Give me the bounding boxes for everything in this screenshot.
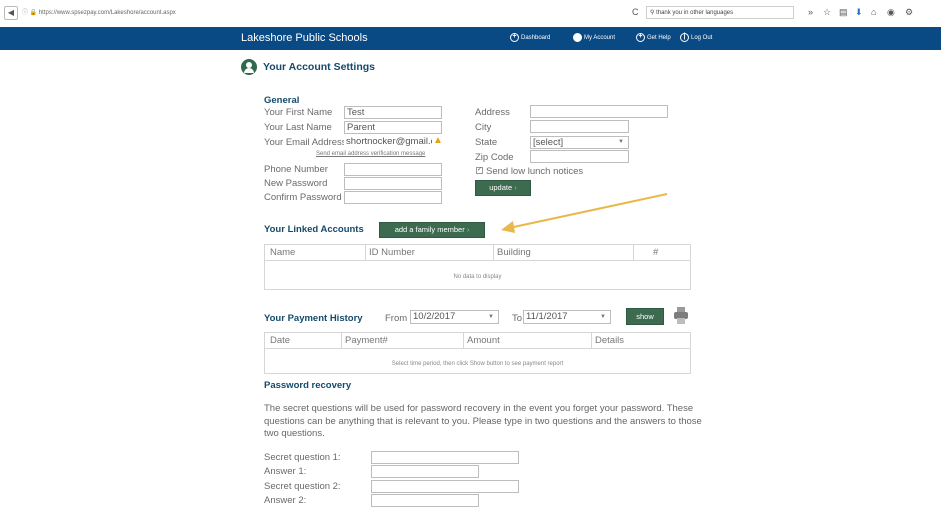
- nav-log-out[interactable]: | Log Out: [680, 33, 712, 43]
- general-heading: General: [264, 95, 300, 106]
- nav-dashboard[interactable]: + Dashboard: [510, 33, 550, 43]
- column-header-number[interactable]: #: [653, 245, 658, 260]
- pocket-icon[interactable]: ◉: [887, 7, 895, 17]
- state-label: State: [475, 137, 498, 148]
- answer-1-input[interactable]: [371, 465, 479, 478]
- search-text: thank you in other languages: [656, 10, 734, 16]
- recovery-description: The secret questions will be used for pa…: [264, 403, 702, 439]
- chevron-down-icon: ▼: [488, 314, 494, 320]
- back-icon[interactable]: ◀: [4, 6, 18, 20]
- column-header-date[interactable]: Date: [270, 333, 290, 348]
- app-header: Lakeshore Public Schools + Dashboard My A…: [0, 27, 941, 50]
- home-icon[interactable]: ⌂: [871, 7, 876, 17]
- last-name-input[interactable]: Parent: [344, 121, 442, 134]
- info-icon: ⓘ: [22, 10, 29, 16]
- address-input[interactable]: [530, 105, 668, 118]
- zip-label: Zip Code: [475, 152, 514, 163]
- secret-question-2-input[interactable]: [371, 480, 519, 493]
- download-icon[interactable]: ⬇: [855, 7, 863, 17]
- new-password-input[interactable]: [344, 177, 442, 190]
- chevron-right-icon[interactable]: »: [808, 7, 813, 17]
- low-lunch-checkbox[interactable]: ✓: [476, 167, 483, 174]
- state-value: [select]: [533, 137, 564, 148]
- password-recovery-heading: Password recovery: [264, 380, 352, 391]
- verify-email-link[interactable]: Send email address verification message: [316, 151, 425, 157]
- browser-search-input[interactable]: ⚲ thank you in other languages: [646, 6, 794, 19]
- refresh-icon[interactable]: C: [632, 7, 639, 17]
- to-label: To: [512, 313, 523, 324]
- help-icon: +: [636, 33, 645, 42]
- secret-question-1-label: Secret question 1:: [264, 452, 341, 463]
- linked-empty-message: No data to display: [453, 274, 502, 280]
- dashboard-icon: +: [510, 33, 519, 42]
- answer-1-label: Answer 1:: [264, 466, 307, 477]
- column-header-amount[interactable]: Amount: [467, 333, 500, 348]
- lock-icon: 🔒: [29, 10, 38, 16]
- low-lunch-label: Send low lunch notices: [486, 166, 584, 177]
- extension-icon[interactable]: ⚙: [905, 7, 913, 17]
- chevron-down-icon: ▼: [618, 139, 624, 145]
- linked-accounts-heading: Your Linked Accounts: [264, 224, 364, 235]
- column-header-details[interactable]: Details: [595, 333, 624, 348]
- zip-input[interactable]: [530, 150, 629, 163]
- column-header-payment[interactable]: Payment#: [345, 333, 388, 348]
- to-date-select[interactable]: 11/1/2017 ▼: [523, 310, 611, 324]
- brand-title[interactable]: Lakeshore Public Schools: [241, 32, 368, 44]
- account-avatar-icon: [241, 59, 257, 75]
- browser-toolbar: ◀ ⓘ 🔒 https://www.spsezpay.com/Lakeshore…: [0, 0, 941, 28]
- secret-question-2-label: Secret question 2:: [264, 481, 341, 492]
- payment-history-heading: Your Payment History: [264, 313, 363, 324]
- chevron-down-icon: ▼: [600, 314, 606, 320]
- city-input[interactable]: [530, 120, 629, 133]
- last-name-label: Your Last Name: [264, 122, 332, 133]
- answer-2-label: Answer 2:: [264, 495, 307, 506]
- power-icon: |: [680, 33, 689, 42]
- email-input[interactable]: shortnocker@gmail.cor: [344, 136, 432, 149]
- phone-input[interactable]: [344, 163, 442, 176]
- payment-history-table: Date Payment# Amount Details Select time…: [264, 332, 691, 374]
- payment-empty-message: Select time period, then click Show butt…: [391, 361, 564, 367]
- clipboard-icon[interactable]: ▤: [839, 7, 848, 17]
- first-name-label: Your First Name: [264, 107, 333, 118]
- linked-accounts-table: Name ID Number Building # No data to dis…: [264, 244, 691, 290]
- show-button[interactable]: show: [626, 308, 664, 325]
- printer-icon[interactable]: [674, 307, 688, 325]
- address-bar[interactable]: ⓘ 🔒 https://www.spsezpay.com/Lakeshore/a…: [22, 6, 642, 20]
- from-label: From: [385, 313, 408, 324]
- column-header-name[interactable]: Name: [270, 245, 295, 260]
- address-label: Address: [475, 107, 510, 118]
- annotation-arrow-icon: [501, 193, 668, 233]
- nav-get-help[interactable]: + Get Help: [636, 33, 671, 43]
- phone-label: Phone Number: [264, 164, 328, 175]
- confirm-password-input[interactable]: [344, 191, 442, 204]
- user-icon: [573, 33, 582, 42]
- bookmark-star-icon[interactable]: ☆: [823, 7, 831, 17]
- column-header-building[interactable]: Building: [497, 245, 531, 260]
- new-password-label: New Password: [264, 178, 328, 189]
- confirm-password-label: Confirm Password: [264, 192, 342, 203]
- answer-2-input[interactable]: [371, 494, 479, 507]
- from-date-select[interactable]: 10/2/2017 ▼: [410, 310, 499, 324]
- city-label: City: [475, 122, 492, 133]
- add-family-member-button[interactable]: add a family member ›: [379, 222, 485, 238]
- column-header-id[interactable]: ID Number: [369, 245, 415, 260]
- nav-my-account[interactable]: My Account: [573, 33, 615, 43]
- email-label: Your Email Address: [264, 137, 347, 148]
- url-text: https://www.spsezpay.com/Lakeshore/accou…: [38, 10, 176, 16]
- page-title: Your Account Settings: [263, 61, 376, 73]
- warning-icon: ▲: [433, 135, 443, 146]
- secret-question-1-input[interactable]: [371, 451, 519, 464]
- search-icon: ⚲: [650, 10, 655, 16]
- first-name-input[interactable]: Test: [344, 106, 442, 119]
- arrow-right-icon: ›: [466, 225, 470, 234]
- state-select[interactable]: [select] ▼: [530, 136, 629, 149]
